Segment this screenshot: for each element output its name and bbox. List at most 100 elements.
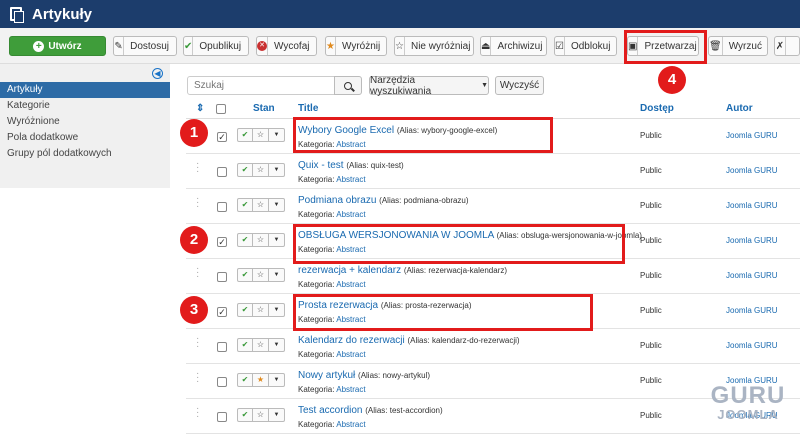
create-button[interactable]: + Utwórz [9, 36, 106, 56]
feature-button[interactable]: ★ Wyróżnij [325, 36, 387, 56]
status-button-group: ✔ ☆ ▼ [237, 163, 285, 177]
author-link[interactable]: Joomla GURU [726, 201, 778, 210]
sidebar-item-fields[interactable]: Pola dodatkowe [0, 130, 170, 146]
author-link[interactable]: Joomla GURU [726, 236, 778, 245]
row-checkbox[interactable] [217, 342, 227, 352]
article-title-link[interactable]: Podmiana obrazu [298, 195, 376, 206]
featured-star-icon[interactable]: ☆ [253, 233, 269, 247]
edit-button[interactable]: ✎ Dostosuj [113, 36, 177, 56]
article-alias: (Alias: rezerwacja-kalendarz) [403, 266, 508, 275]
featured-star-icon[interactable]: ☆ [253, 128, 269, 142]
published-check-icon[interactable]: ✔ [237, 373, 253, 387]
drag-handle-icon[interactable]: ··· [196, 264, 199, 282]
featured-star-icon[interactable]: ☆ [253, 303, 269, 317]
featured-star-icon[interactable]: ☆ [253, 408, 269, 422]
published-check-icon[interactable]: ✔ [237, 198, 253, 212]
category-link[interactable]: Abstract [336, 175, 365, 184]
author-link[interactable]: Joomla GURU [726, 166, 778, 175]
row-checkbox[interactable] [217, 272, 227, 282]
actions-caret-icon[interactable]: ▼ [269, 303, 285, 317]
archive-button[interactable]: ⏏ Archiwizuj [480, 36, 547, 56]
author-link[interactable]: Joomla GURU [726, 131, 778, 140]
actions-caret-icon[interactable]: ▼ [269, 233, 285, 247]
collapse-sidebar-icon[interactable]: ◀ [152, 68, 163, 79]
featured-star-icon[interactable]: ☆ [253, 338, 269, 352]
clear-button[interactable]: Wyczyść [495, 76, 544, 95]
drag-handle-icon[interactable]: ··· [196, 194, 199, 212]
column-title[interactable]: Title [298, 103, 318, 114]
access-level: Public [640, 166, 662, 175]
published-check-icon[interactable]: ✔ [237, 338, 253, 352]
sidebar-item-featured[interactable]: Wyróżnione [0, 114, 170, 130]
featured-star-icon[interactable]: ☆ [253, 198, 269, 212]
actions-caret-icon[interactable]: ▼ [269, 268, 285, 282]
checkin-button[interactable]: ☑ Odblokuj [554, 36, 617, 56]
access-level: Public [640, 131, 662, 140]
published-check-icon[interactable]: ✔ [237, 303, 253, 317]
wrench-icon: ✗ [775, 37, 786, 55]
article-title-link[interactable]: Nowy artykuł [298, 370, 355, 381]
unfeature-button[interactable]: ☆ Nie wyróżniaj [394, 36, 474, 56]
sidebar-item-field-groups[interactable]: Grupy pól dodatkowych [0, 146, 170, 162]
row-checkbox[interactable] [217, 202, 227, 212]
column-author[interactable]: Autor [726, 103, 753, 114]
author-link[interactable]: Joomla GURU [726, 306, 778, 315]
publish-button[interactable]: ✔ Opublikuj [183, 36, 249, 56]
actions-caret-icon[interactable]: ▼ [269, 408, 285, 422]
category-link[interactable]: Abstract [336, 420, 365, 429]
article-title-link[interactable]: Kalendarz do rezerwacji [298, 335, 405, 346]
featured-star-icon[interactable]: ★ [253, 373, 269, 387]
access-level: Public [640, 411, 662, 420]
sidebar-item-articles[interactable]: Artykuły [0, 82, 170, 98]
featured-star-icon[interactable]: ☆ [253, 268, 269, 282]
article-title-link[interactable]: Quix - test [298, 160, 344, 171]
check-icon: ✔ [184, 37, 194, 55]
trash-button[interactable]: 🗑 Wyrzuć [708, 36, 768, 56]
search-tools-button[interactable]: Narzędzia wyszukiwania ▼ [369, 75, 489, 97]
category-link[interactable]: Abstract [336, 210, 365, 219]
category-link[interactable]: Abstract [336, 385, 365, 394]
published-check-icon[interactable]: ✔ [237, 408, 253, 422]
check-all-checkbox[interactable] [216, 104, 226, 114]
published-check-icon[interactable]: ✔ [237, 268, 253, 282]
article-title-link[interactable]: rezerwacja + kalendarz [298, 265, 401, 276]
author-link[interactable]: Joomla GURU [726, 271, 778, 280]
search-icon [344, 81, 352, 90]
row-checkbox[interactable] [217, 377, 227, 387]
featured-star-icon[interactable]: ☆ [253, 163, 269, 177]
sidebar-item-categories[interactable]: Kategorie [0, 98, 170, 114]
status-button-group: ✔ ☆ ▼ [237, 128, 285, 142]
article-title-cell: Quix - test (Alias: quix-test) [298, 160, 404, 171]
actions-caret-icon[interactable]: ▼ [269, 128, 285, 142]
published-check-icon[interactable]: ✔ [237, 233, 253, 247]
category-link[interactable]: Abstract [336, 280, 365, 289]
actions-caret-icon[interactable]: ▼ [269, 373, 285, 387]
author-link[interactable]: Joomla GURU [726, 341, 778, 350]
unpublish-button[interactable]: ✕ Wycofaj [256, 36, 317, 56]
column-access[interactable]: Dostęp [640, 103, 674, 114]
row-checkbox[interactable]: ✓ [217, 132, 227, 142]
drag-handle-icon[interactable]: ··· [196, 369, 199, 387]
row-checkbox[interactable]: ✓ [217, 307, 227, 317]
drag-handle-icon[interactable]: ··· [196, 334, 199, 352]
actions-caret-icon[interactable]: ▼ [269, 163, 285, 177]
published-check-icon[interactable]: ✔ [237, 163, 253, 177]
row-checkbox[interactable] [217, 412, 227, 422]
search-input[interactable] [187, 76, 335, 95]
published-check-icon[interactable]: ✔ [237, 128, 253, 142]
row-checkbox[interactable] [217, 167, 227, 177]
ordering-sort-icon[interactable]: ⇕ [196, 103, 204, 114]
actions-caret-icon[interactable]: ▼ [269, 198, 285, 212]
table-row: · · · ✔ ☆ ▼ rezerwacja + kalendarz (Alias: rez… [186, 259, 800, 294]
drag-handle-icon[interactable]: ··· [196, 159, 199, 177]
drag-handle-icon[interactable]: ··· [196, 404, 199, 422]
article-category: Kategoria: Abstract [298, 175, 366, 184]
row-checkbox[interactable]: ✓ [217, 237, 227, 247]
category-link[interactable]: Abstract [336, 350, 365, 359]
table-row: · · · ✔ ☆ ▼ Quix - test (Alias: quix-test) Kate… [186, 154, 800, 189]
column-status[interactable]: Stan [253, 103, 275, 114]
article-title-link[interactable]: Test accordion [298, 405, 362, 416]
options-button[interactable]: ✗ [774, 36, 800, 56]
search-button[interactable] [334, 76, 362, 95]
actions-caret-icon[interactable]: ▼ [269, 338, 285, 352]
